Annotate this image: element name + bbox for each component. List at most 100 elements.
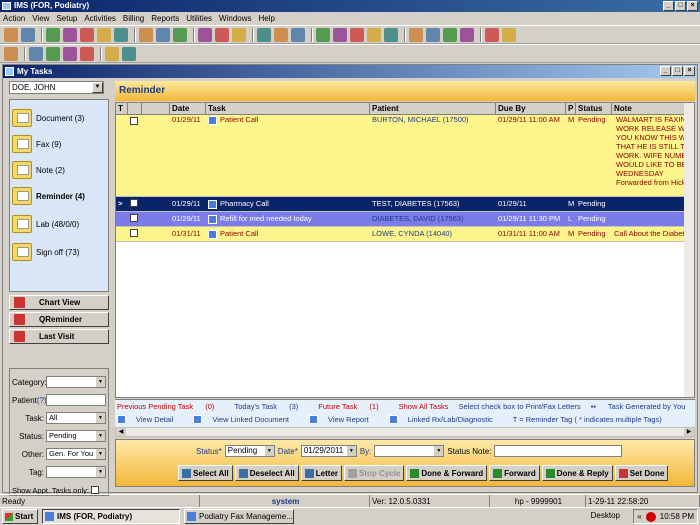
maximize-button[interactable]: □ [675,1,686,11]
first-icon[interactable] [29,46,43,61]
security-tray-icon[interactable] [645,511,656,522]
chevron-down-icon[interactable]: ▼ [264,446,274,456]
chevron-down-icon[interactable]: ▼ [96,467,105,477]
menu-utilities[interactable]: Utilities [186,14,212,23]
row-checkbox[interactable] [130,214,138,222]
by-select[interactable]: ▼ [374,445,445,457]
col-patient[interactable]: Patient [370,103,496,114]
row-checkbox[interactable] [130,229,138,237]
grid-vertical-scrollbar[interactable] [684,103,694,397]
col-note[interactable]: Note [612,103,694,114]
row-checkbox[interactable] [130,117,138,125]
user-icon[interactable] [46,27,60,42]
show-appt-checkbox[interactable] [91,486,99,494]
last-icon[interactable] [80,46,94,61]
qreminder-button[interactable]: QReminder [9,312,109,327]
print-icon[interactable] [384,27,398,42]
scroll-right-icon[interactable]: ▶ [684,428,694,436]
save-icon[interactable] [4,46,18,61]
menu-help[interactable]: Help [259,14,275,23]
done-reply-button[interactable]: Done & Reply [541,465,613,481]
tray-expand-icon[interactable]: « [637,512,641,521]
status-note-input[interactable] [494,445,623,457]
chart-view-button[interactable]: Chart View [9,295,109,310]
other-filter-select[interactable]: Gen. For You ▼ [46,448,106,460]
pen-icon[interactable] [257,27,271,42]
col-date[interactable]: Date [170,103,206,114]
export-icon[interactable] [316,27,330,42]
table-row[interactable]: 01/29/11 Refill for med needed today DIA… [116,212,694,227]
mdi-maximize-button[interactable]: □ [672,66,683,76]
status-filter-select[interactable]: Pending ▼ [46,430,106,442]
chevron-down-icon[interactable]: ▼ [434,446,444,456]
col-status[interactable]: Status [576,103,612,114]
horizontal-scrollbar[interactable]: ◀ ▶ [115,427,695,437]
chevron-down-icon[interactable]: ▼ [92,82,103,93]
home-icon[interactable] [4,27,18,42]
tree-icon[interactable] [232,27,246,42]
date-picker[interactable]: 01/29/2011 ▼ [300,445,357,457]
calendar-icon[interactable] [173,27,187,42]
patient-filter-input[interactable] [46,394,106,406]
forward-button[interactable]: Forward [489,465,540,481]
tag-filter-select[interactable]: ▼ [46,466,106,478]
category-document[interactable]: Document (3) [12,106,84,130]
task-filter-select[interactable]: All ▼ [46,412,106,424]
table-row[interactable]: 01/29/11 Patient Call BURTON, MICHAEL (1… [116,115,694,197]
deselect-all-button[interactable]: Deselect All [234,465,299,481]
pdf-icon[interactable] [114,27,128,42]
chevron-down-icon[interactable]: ▼ [96,413,105,423]
col-due-by[interactable]: Due By [496,103,566,114]
row-patient[interactable]: DIABETES, DAVID (17563) [370,212,496,226]
category-filter-select[interactable]: ▼ [46,376,106,388]
linked-rx-legend[interactable]: Linked Rx/Lab/Diagnostic [388,415,503,425]
folder-icon[interactable] [291,27,305,42]
col-select[interactable] [128,103,142,114]
row-checkbox[interactable] [130,199,138,207]
category-fax[interactable]: Fax (9) [12,132,61,156]
view-linked-legend[interactable]: View Linked Document [193,415,299,425]
mail-icon[interactable] [274,27,288,42]
chevron-down-icon[interactable]: ▼ [96,431,105,441]
category-sign-off[interactable]: Sign off (73) [12,240,79,264]
excel-icon[interactable] [409,27,423,42]
category-lab[interactable]: Lab (48/0/0) [12,212,79,236]
note-icon[interactable] [443,27,457,42]
help-icon[interactable] [460,27,474,42]
refresh-icon[interactable] [139,27,153,42]
done-forward-button[interactable]: Done & Forward [406,465,488,481]
person-icon[interactable] [350,27,364,42]
lock-icon[interactable] [485,27,499,42]
category-reminder[interactable]: Reminder (4) [12,184,85,208]
document-icon[interactable] [80,27,94,42]
prev-icon[interactable] [46,46,60,61]
col-task[interactable]: Task [206,103,370,114]
status-select[interactable]: Pending ▼ [224,445,275,457]
menu-setup[interactable]: Setup [56,14,77,23]
exit-icon[interactable] [502,27,516,42]
start-button[interactable]: Start [2,509,38,524]
taskbar-fax[interactable]: Podiatry Fax Manageme... [184,509,294,524]
col-tag[interactable]: T [116,103,128,114]
cancel-icon[interactable] [122,46,136,61]
table-row[interactable]: 01/31/11 Patient Call LOWE, CYNDA (14040… [116,227,694,242]
scroll-left-icon[interactable]: ◀ [116,428,126,436]
minimize-button[interactable]: _ [663,1,674,11]
menu-reports[interactable]: Reports [151,14,179,23]
chevron-down-icon[interactable]: ▼ [346,446,356,456]
row-patient[interactable]: BURTON, MICHAEL (17500) [370,115,496,196]
col-priority[interactable]: P [566,103,576,114]
scan-icon[interactable] [156,27,170,42]
category-note[interactable]: Note (2) [12,158,65,182]
menu-windows[interactable]: Windows [219,14,251,23]
last-visit-button[interactable]: Last Visit [9,329,109,344]
prev-pending-legend[interactable]: Previous Pending Task (0) [117,402,224,411]
chevron-down-icon[interactable]: ▼ [96,449,105,459]
stop-cycle-button[interactable]: Stop Cycle [344,465,405,481]
table-row[interactable]: > 01/29/11 Pharmacy Call TEST, DIABETES … [116,197,694,212]
taskbar-ims[interactable]: IMS (FOR, Podiatry) [42,509,180,524]
desktop-toolbar[interactable]: Desktop [591,511,620,520]
menu-activities[interactable]: Activities [84,14,116,23]
doctor-icon[interactable] [21,27,35,42]
view-detail-legend[interactable]: View Detail [117,415,183,425]
